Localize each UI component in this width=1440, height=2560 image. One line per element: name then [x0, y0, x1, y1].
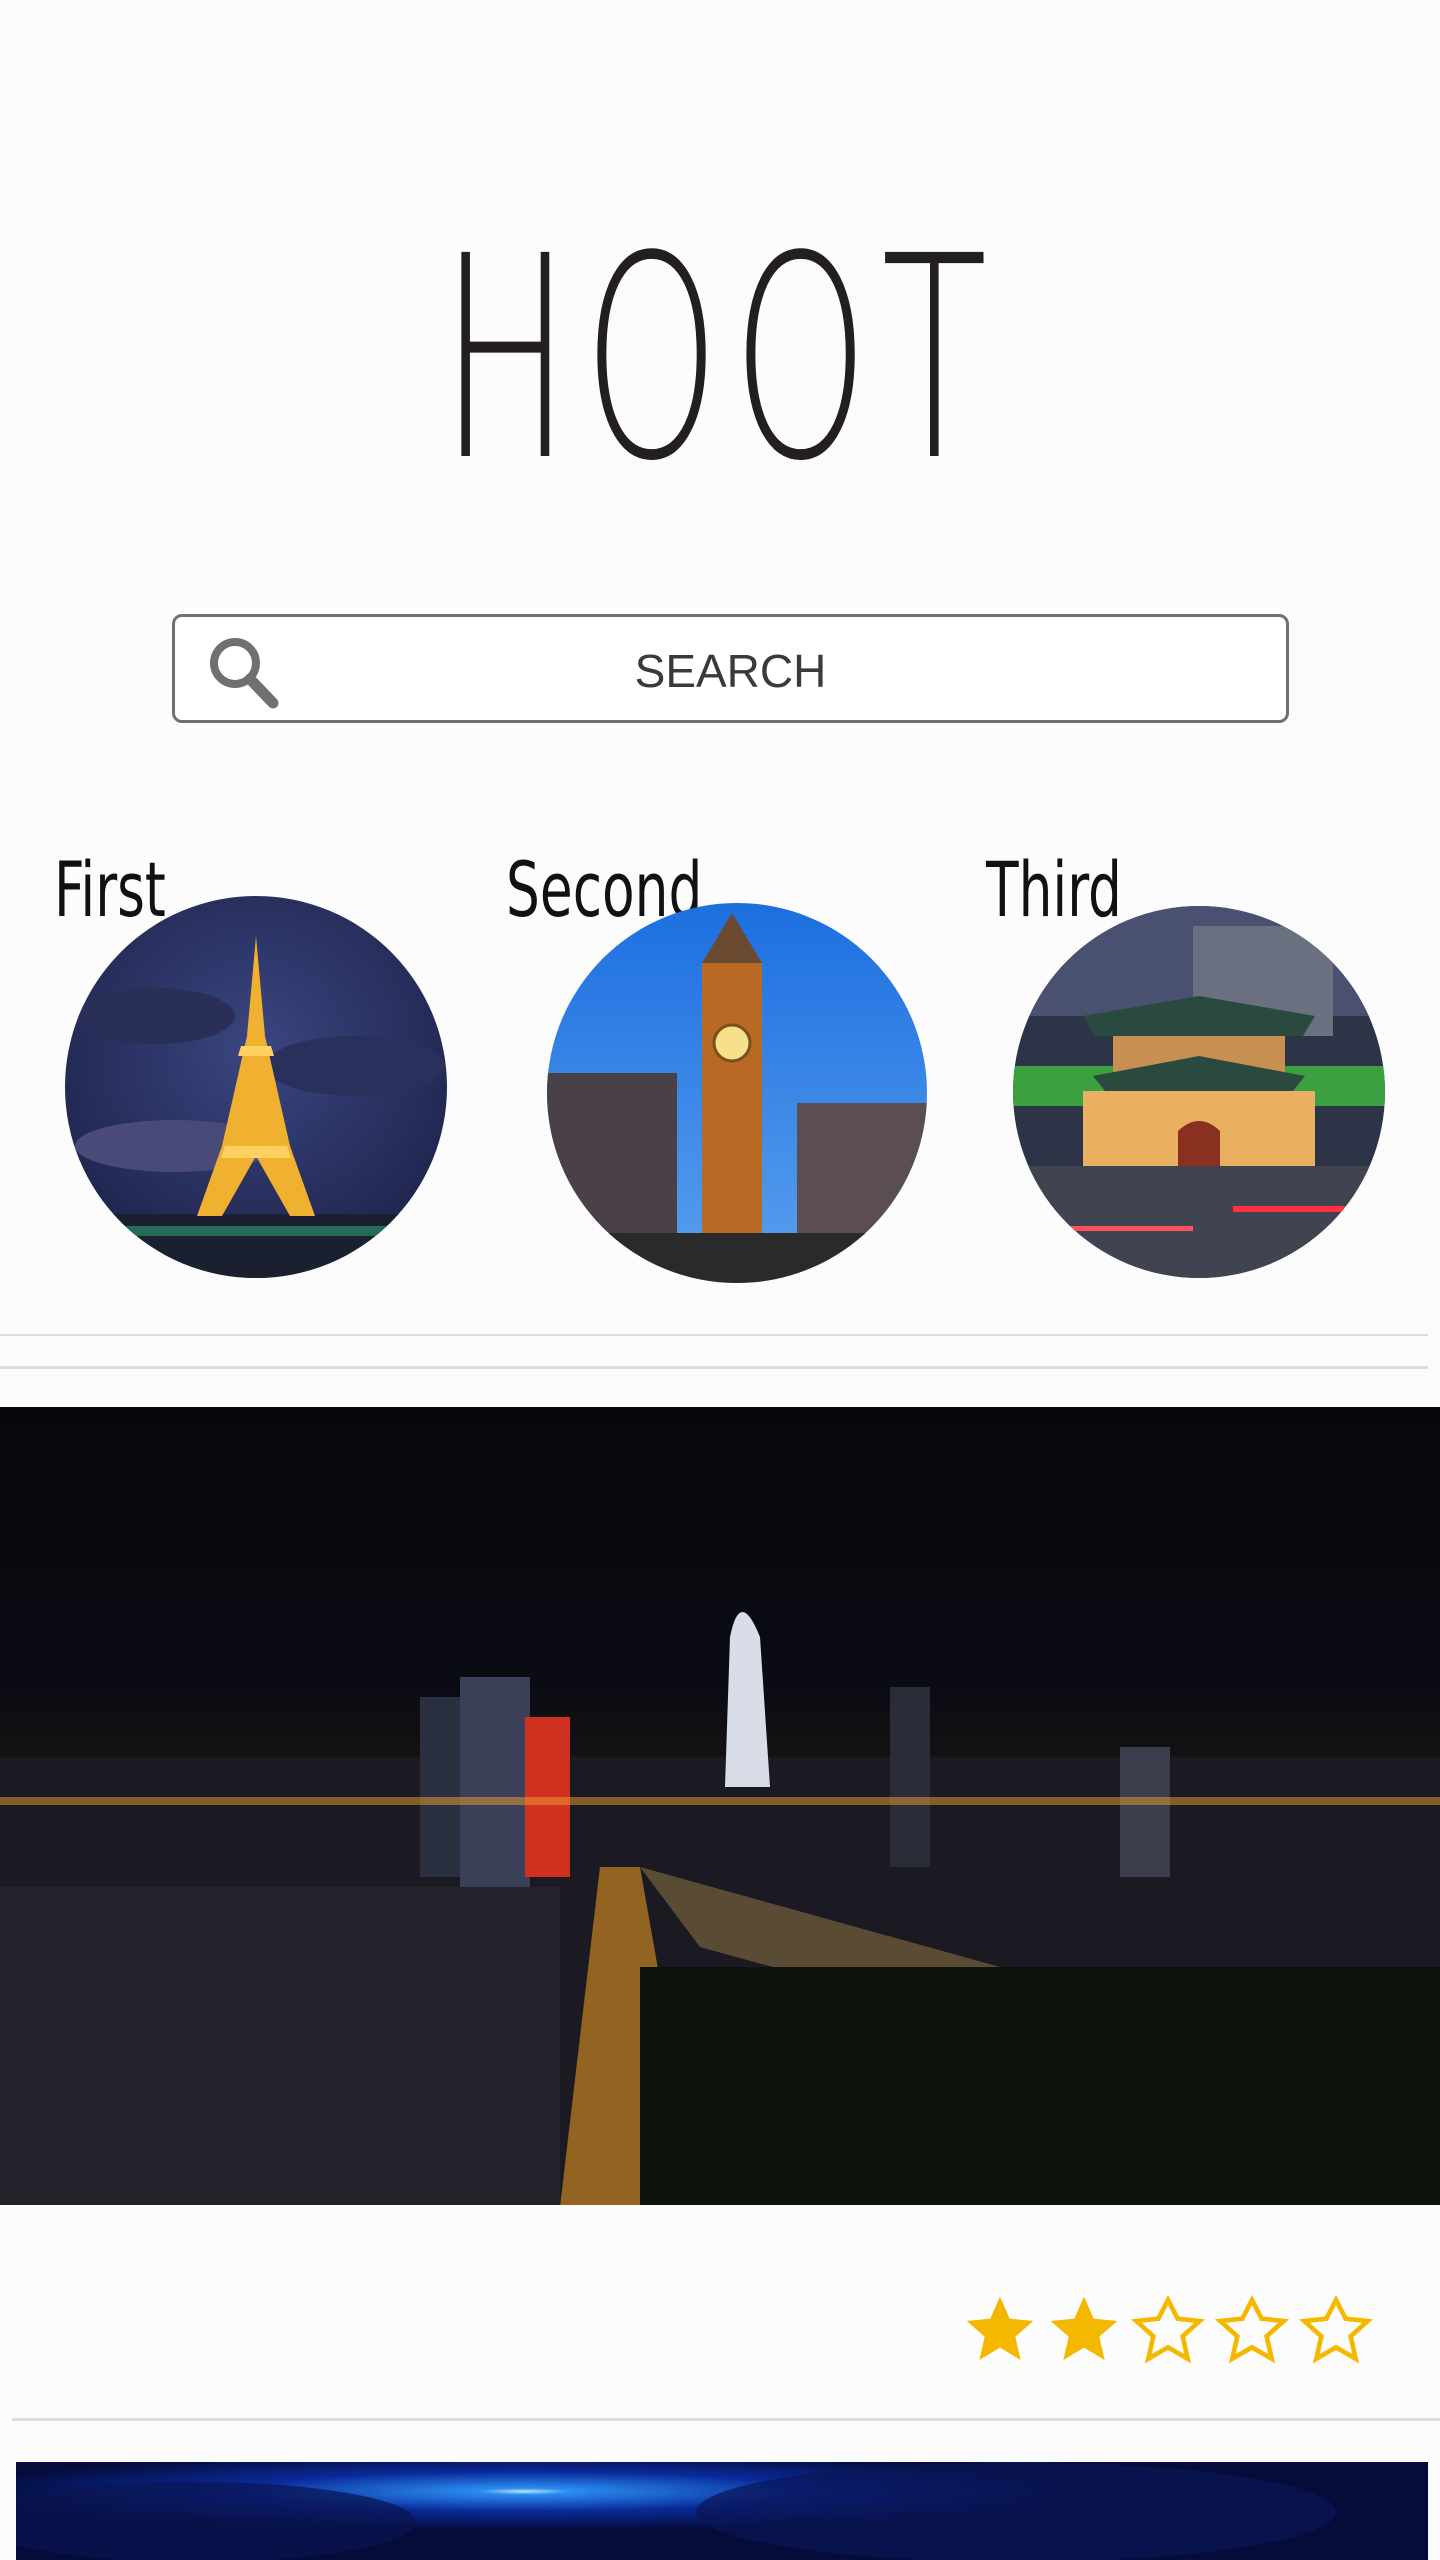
search-input[interactable] — [295, 637, 1166, 705]
app-logo: HOOT — [440, 197, 1000, 523]
divider — [12, 2418, 1440, 2421]
divider — [0, 1334, 1428, 1336]
category-label-third: Third — [986, 845, 1122, 934]
star-outline-icon[interactable] — [1128, 2290, 1208, 2370]
next-featured-image[interactable] — [16, 2462, 1428, 2560]
star-filled-icon[interactable] — [1044, 2290, 1124, 2370]
rating-stars[interactable] — [960, 2290, 1376, 2370]
search-icon[interactable] — [207, 635, 279, 709]
search-bar[interactable] — [172, 614, 1289, 723]
big-ben-image — [547, 903, 927, 1283]
dongdaemun-gate-image — [1013, 906, 1385, 1278]
eiffel-tower-image — [65, 896, 447, 1278]
featured-image[interactable] — [0, 1407, 1440, 2205]
category-label-first: First — [54, 845, 166, 934]
star-outline-icon[interactable] — [1296, 2290, 1376, 2370]
divider — [0, 1366, 1428, 1369]
city-skyline-image — [0, 1407, 1440, 2205]
category-image-second[interactable] — [547, 903, 927, 1283]
star-filled-icon[interactable] — [960, 2290, 1040, 2370]
star-outline-icon[interactable] — [1212, 2290, 1292, 2370]
night-sky-image — [16, 2462, 1428, 2560]
category-image-third[interactable] — [1013, 906, 1385, 1278]
category-image-first[interactable] — [65, 896, 447, 1278]
